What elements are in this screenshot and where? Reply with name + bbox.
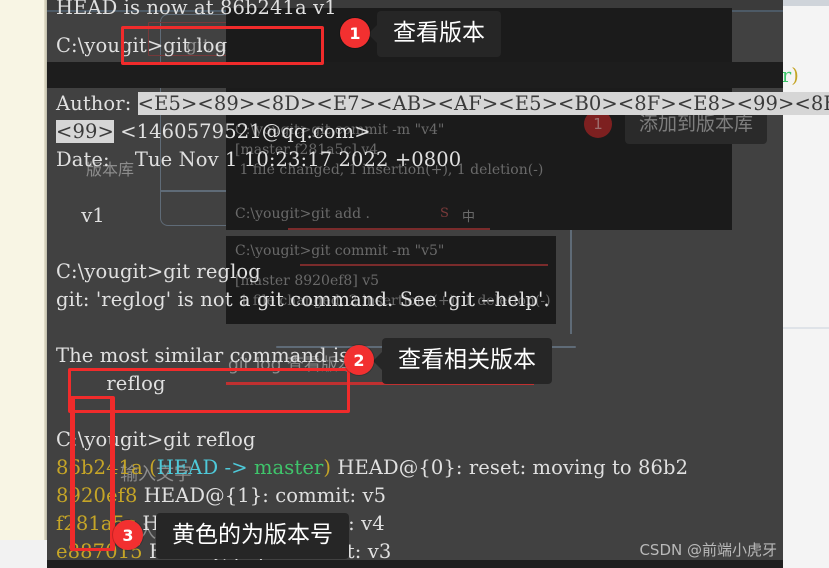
terminal-author-label: Author: [56, 92, 138, 115]
terminal-line-error-not-a-command: git: 'reglog' is not a git command. See … [56, 288, 550, 311]
screenshot-stage: git add. 添加到版本库 commit -m "提示语句" 添加版本库 版… [0, 0, 829, 568]
terminal-line-author: Author: <E5><89><8D><E7><AB><AF><E5><B0>… [56, 90, 829, 118]
terminal-line-commit-message-v1: v1 [56, 204, 105, 227]
page-left-margin [0, 0, 47, 568]
page-left-margin-bottom [0, 540, 47, 568]
terminal-line-author-email: <99> <1460579521@qq.com> [56, 118, 371, 146]
terminal-reflog-row: 86b241a (HEAD -> master) HEAD@{0}: reset… [56, 454, 688, 482]
csdn-watermark: CSDN @前端小虎牙 [639, 541, 777, 559]
terminal-author-email: <1460579521@qq.com> [113, 120, 371, 143]
terminal-window[interactable]: HEAD is now at 86b241a v1 C:\yougit>git … [47, 0, 829, 568]
annotation-box-commit-hashes-inner [70, 396, 115, 551]
terminal-author-escaped-tail: <99> [56, 120, 114, 143]
terminal-line-date: Date: Tue Nov 1 10:23:17 2022 +0800 [56, 148, 462, 171]
step-badge-1[interactable]: 1 [340, 18, 370, 48]
step-badge-2[interactable]: 2 [344, 345, 374, 375]
reflog-ref-head: HEAD -> [156, 456, 254, 479]
annotation-box-git-log [121, 26, 324, 65]
terminal-command-git-reflog: git reflog [163, 428, 256, 451]
reflog-ref-close: ) [323, 456, 332, 479]
terminal-bottom-edge [47, 560, 783, 568]
reflog-entry: HEAD@{0}: reset: moving to 86b2 [331, 456, 689, 479]
terminal-commit-line-highlight [47, 62, 783, 88]
step-badge-3[interactable]: 3 [113, 520, 143, 550]
terminal-prompt-2: C:\yougit> [56, 260, 164, 283]
terminal-line-prompt-git-reglog: C:\yougit>git reglog [56, 258, 261, 286]
terminal-ref-close: ) [791, 64, 799, 87]
step-tooltip-3: 黄色的为版本号 [156, 513, 349, 559]
terminal-line-most-similar: The most similar command is [56, 344, 350, 367]
reflog-ref-branch: master [253, 456, 324, 479]
terminal-command-git-reglog: git reglog [163, 260, 261, 283]
page-right-strip-divider [783, 327, 829, 329]
reflog-ref-open: ( [142, 456, 157, 479]
reflog-entry: HEAD@{1}: commit: v5 [137, 484, 387, 507]
step-tooltip-2: 查看相关版本 [373, 338, 552, 384]
terminal-author-escaped-name: <E5><89><8D><E7><AB><AF><E5><B0><8F><E8>… [137, 92, 829, 115]
page-right-strip-top [783, 0, 829, 6]
step-tooltip-1: 查看版本 [368, 11, 501, 57]
terminal-line-head-reset: HEAD is now at 86b241a v1 [56, 0, 337, 19]
